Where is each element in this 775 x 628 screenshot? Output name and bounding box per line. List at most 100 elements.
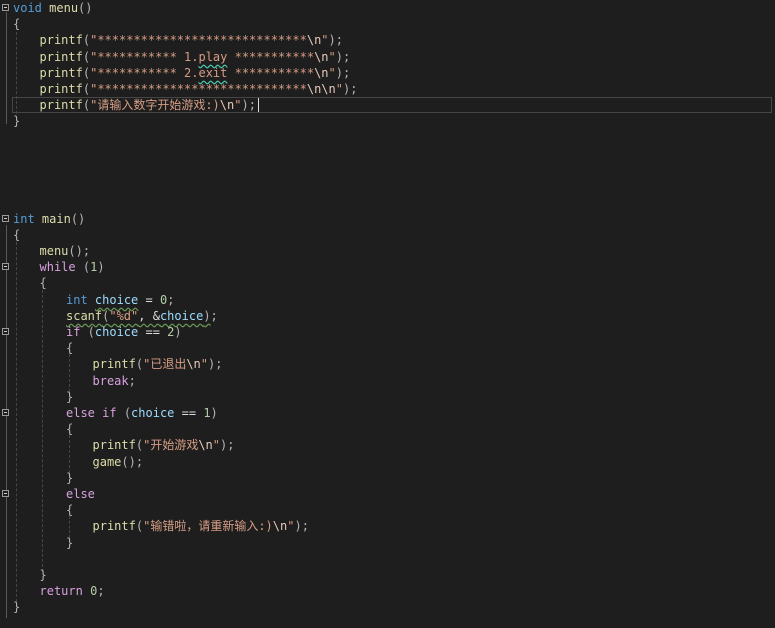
code-line[interactable]: } [0,535,775,551]
code-text: int main() [13,211,85,227]
code-line[interactable]: printf("*****************************\n\… [0,81,775,97]
code-token: " [335,82,343,96]
collapse-toggle-icon[interactable] [2,490,9,497]
code-token: ) [174,325,182,339]
code-line[interactable]: } [0,567,775,583]
code-token: "*********** 1. [90,49,199,64]
code-text: if (choice == 2) [66,324,182,340]
code-token: "开始游戏 [143,438,199,453]
code-line[interactable]: int main() [0,211,775,227]
collapse-toggle-icon[interactable] [2,4,9,11]
code-line[interactable]: printf("已退出\n"); [0,356,775,372]
code-text: void menu() [13,0,93,16]
code-token: "请输入数字开始游戏:) [90,98,220,113]
code-token: { [13,17,21,32]
code-text: } [13,113,20,129]
code-token: menu [39,244,69,258]
code-token: ) [97,260,105,275]
collapse-toggle-icon[interactable] [2,328,9,335]
code-token: *********** [227,65,315,80]
code-line[interactable]: int choice = 0; [0,292,775,308]
code-line[interactable]: menu(); [0,243,775,259]
code-line[interactable]: while (1) [0,259,775,275]
code-token: == [174,406,204,420]
code-token: { [66,422,74,437]
code-token: \n [314,49,329,64]
code-token: ( [80,325,95,339]
code-token: { [66,503,74,518]
code-token: \n [314,65,329,80]
code-token: ); [220,438,235,453]
code-token: break [92,373,129,388]
code-token: choice [159,308,204,323]
code-line[interactable]: } [0,113,775,129]
code-token: (); [121,454,144,469]
collapse-toggle-icon[interactable] [2,409,9,416]
code-token: () [70,211,86,226]
code-line[interactable]: } [0,470,775,486]
code-line[interactable]: } [0,389,775,405]
code-line[interactable]: printf("输错啦，请重新输入:)\n"); [0,518,775,534]
code-token: void [13,1,42,15]
code-text: { [66,340,73,356]
code-line[interactable]: { [0,275,775,291]
code-text: { [66,502,73,518]
code-token: } [13,114,21,129]
code-line[interactable]: return 0; [0,583,775,599]
code-line[interactable]: scanf("%d", &choice); [0,308,775,324]
code-line[interactable]: break; [0,373,775,389]
collapse-toggle-icon[interactable] [2,214,9,222]
code-line[interactable]: else if (choice == 1) [0,405,775,421]
code-line[interactable]: printf("请输入数字开始游戏:)\n"); [0,97,775,113]
code-line[interactable]: printf("开始游戏\n"); [0,437,775,453]
code-token: printf [92,357,136,372]
code-token: = [138,292,160,307]
code-token: "%d" [109,308,139,323]
code-token: , & [138,308,160,323]
code-token: " [321,33,329,48]
code-text: printf("输错啦，请重新输入:)\n"); [93,518,309,534]
code-token: int [66,292,88,307]
code-token: play [198,49,228,64]
code-token: choice [94,325,139,339]
collapse-toggle-icon[interactable] [2,263,9,271]
code-line[interactable]: { [0,502,775,518]
code-token: ; [128,373,136,388]
code-token: == [138,325,168,339]
code-token: (); [68,244,91,258]
code-text: } [66,535,73,551]
code-line[interactable]: printf("*********** 1.play ***********\n… [0,49,775,65]
code-line[interactable]: } [0,599,775,615]
code-line[interactable]: game(); [0,454,775,470]
code-line[interactable]: { [0,421,775,437]
code-line[interactable]: void menu() [0,0,775,16]
code-token: printf [92,519,136,534]
code-token: } [66,470,74,485]
code-token: 1 [203,406,211,420]
code-token: *********** [227,49,315,64]
code-text: printf("*********** 2.exit ***********\n… [40,65,351,81]
code-token: ( [82,49,91,64]
code-token: if [102,406,117,420]
code-token: ( [82,33,91,48]
code-token: " [328,49,336,64]
code-line[interactable]: { [0,227,775,243]
code-token: } [13,600,21,615]
code-token: ); [335,65,351,80]
code-line[interactable]: printf("*********** 2.exit ***********\n… [0,65,775,81]
code-token: choice [131,406,175,420]
code-line[interactable]: else [0,486,775,502]
code-token: ( [135,438,144,453]
code-token: ( [82,82,91,96]
code-line[interactable]: if (choice == 2) [0,324,775,340]
code-line[interactable]: { [0,340,775,356]
code-line[interactable]: printf("*****************************\n"… [0,32,775,48]
code-token: ); [294,519,309,534]
code-editor[interactable]: void menu(){printf("********************… [0,0,775,628]
code-text: { [13,227,20,243]
code-text: printf("开始游戏\n"); [93,437,235,453]
code-text: printf("*****************************\n\… [40,81,358,97]
code-line[interactable]: { [0,16,775,32]
code-token: game [92,454,122,469]
